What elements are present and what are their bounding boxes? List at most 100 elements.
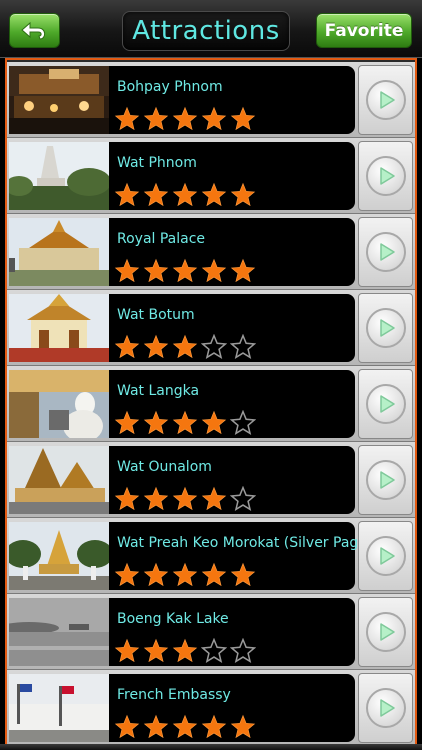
filled-star-icon (143, 182, 169, 207)
filled-star-icon (201, 714, 227, 739)
empty-star-icon (230, 638, 256, 664)
filled-star-icon (201, 106, 227, 131)
play-arrow-icon (365, 308, 406, 348)
list-item[interactable]: Wat Langka (7, 366, 415, 442)
empty-star-icon (230, 410, 256, 436)
filled-star-icon (143, 714, 169, 739)
filled-star-icon (172, 638, 198, 663)
list-item[interactable]: Wat Phnom (7, 138, 415, 214)
filled-star-icon (172, 334, 198, 359)
filled-star-icon (172, 258, 198, 283)
filled-star-icon (172, 410, 198, 435)
attraction-name: Royal Palace (117, 231, 206, 247)
filled-star-icon (230, 714, 256, 739)
filled-star-icon (172, 562, 198, 587)
play-arrow-icon (365, 688, 406, 728)
open-detail-button[interactable] (358, 445, 413, 515)
filled-star-icon (143, 106, 169, 131)
rating-stars (114, 638, 259, 664)
attraction-name: Boeng Kak Lake (117, 611, 229, 627)
back-button[interactable] (9, 13, 60, 48)
filled-star-icon (201, 258, 227, 283)
bottom-edge (0, 744, 422, 750)
play-arrow-icon (365, 156, 406, 196)
filled-star-icon (201, 410, 227, 435)
filled-star-icon (114, 486, 140, 511)
play-arrow-icon (365, 384, 406, 424)
open-detail-button[interactable] (358, 521, 413, 591)
list-item[interactable]: French Embassy (7, 670, 415, 746)
rating-stars (114, 410, 259, 436)
favorite-button[interactable]: Favorite (316, 13, 412, 48)
open-detail-button[interactable] (358, 293, 413, 363)
filled-star-icon (143, 334, 169, 359)
filled-star-icon (201, 562, 227, 587)
attraction-info: Wat Botum (109, 294, 355, 362)
filled-star-icon (114, 638, 140, 663)
open-detail-button[interactable] (358, 673, 413, 743)
attraction-thumbnail (9, 294, 109, 362)
attraction-thumbnail (9, 522, 109, 590)
filled-star-icon (114, 182, 140, 207)
filled-star-icon (201, 182, 227, 207)
open-detail-button[interactable] (358, 65, 413, 135)
attraction-thumbnail (9, 674, 109, 742)
rating-stars (114, 334, 259, 360)
rating-stars (114, 562, 259, 588)
list-item[interactable]: Royal Palace (7, 214, 415, 290)
rating-stars (114, 182, 259, 208)
play-arrow-icon (365, 612, 406, 652)
filled-star-icon (230, 182, 256, 207)
filled-star-icon (143, 638, 169, 663)
rating-stars (114, 258, 259, 284)
attraction-name: Wat Preah Keo Morokat (Silver Pagoda) (117, 535, 390, 551)
list-item[interactable]: Bohpay Phnom (7, 62, 415, 138)
attractions-list[interactable]: Bohpay Phnom Wat Phnom Royal Palace Wat Bot… (5, 58, 417, 750)
attraction-info: Bohpay Phnom (109, 66, 355, 134)
filled-star-icon (114, 258, 140, 283)
attraction-info: Wat Langka (109, 370, 355, 438)
attraction-info: Wat Ounalom (109, 446, 355, 514)
rating-stars (114, 486, 259, 512)
filled-star-icon (230, 106, 256, 131)
filled-star-icon (201, 486, 227, 511)
list-item[interactable]: Wat Ounalom (7, 442, 415, 518)
attraction-thumbnail (9, 142, 109, 210)
open-detail-button[interactable] (358, 597, 413, 667)
empty-star-icon (201, 334, 227, 360)
filled-star-icon (114, 714, 140, 739)
attraction-thumbnail (9, 446, 109, 514)
open-detail-button[interactable] (358, 217, 413, 287)
attraction-name: Wat Ounalom (117, 459, 212, 475)
back-arrow-icon (20, 21, 45, 40)
attraction-info: French Embassy (109, 674, 355, 742)
filled-star-icon (143, 410, 169, 435)
filled-star-icon (114, 106, 140, 131)
filled-star-icon (172, 714, 198, 739)
attraction-name: Wat Langka (117, 383, 200, 399)
empty-star-icon (230, 334, 256, 360)
list-item[interactable]: Boeng Kak Lake (7, 594, 415, 670)
attraction-info: Boeng Kak Lake (109, 598, 355, 666)
filled-star-icon (114, 410, 140, 435)
filled-star-icon (143, 562, 169, 587)
attraction-name: Bohpay Phnom (117, 79, 223, 95)
filled-star-icon (172, 486, 198, 511)
attraction-thumbnail (9, 218, 109, 286)
play-arrow-icon (365, 80, 406, 120)
attraction-info: Royal Palace (109, 218, 355, 286)
rating-stars (114, 106, 259, 132)
play-arrow-icon (365, 536, 406, 576)
open-detail-button[interactable] (358, 369, 413, 439)
attraction-name: French Embassy (117, 687, 231, 703)
open-detail-button[interactable] (358, 141, 413, 211)
top-bar: Attractions Favorite (0, 0, 422, 58)
attraction-name: Wat Botum (117, 307, 195, 323)
rating-stars (114, 714, 259, 740)
filled-star-icon (230, 258, 256, 283)
page-title: Attractions (122, 11, 290, 51)
list-item[interactable]: Wat Botum (7, 290, 415, 366)
filled-star-icon (143, 258, 169, 283)
list-item[interactable]: Wat Preah Keo Morokat (Silver Pagoda) (7, 518, 415, 594)
play-arrow-icon (365, 460, 406, 500)
